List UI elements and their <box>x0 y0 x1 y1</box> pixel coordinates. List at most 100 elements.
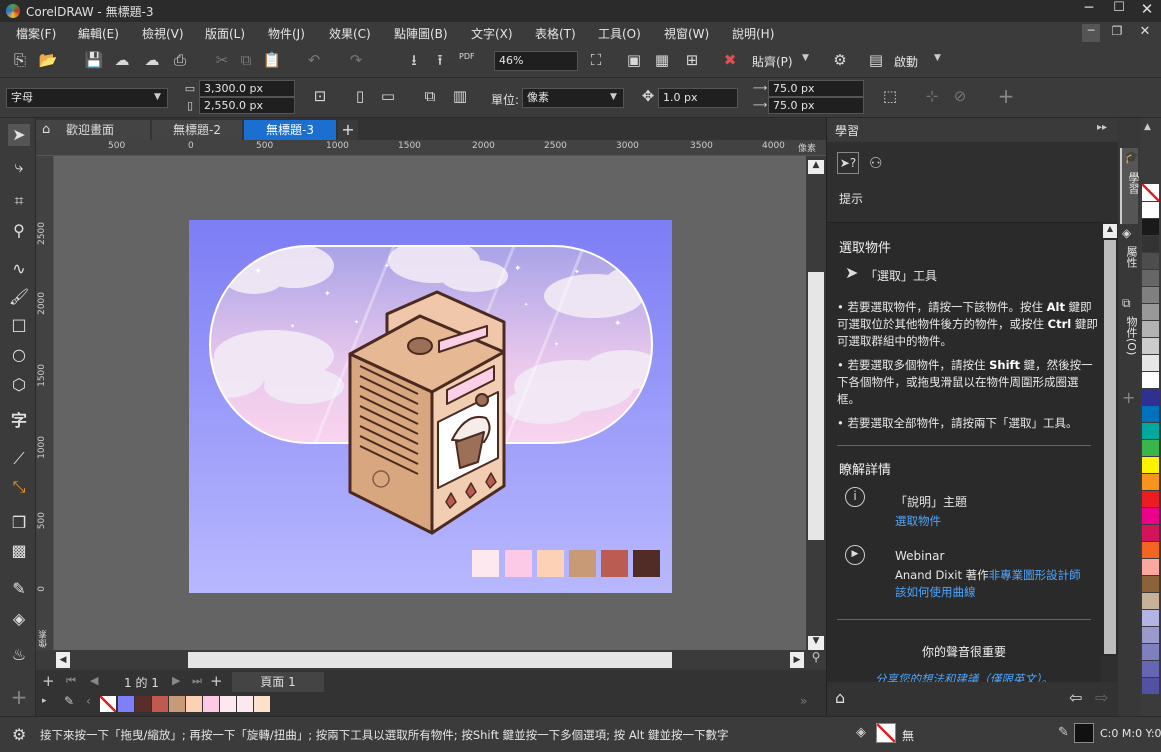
docker-collapse-icon[interactable]: ▸▸ <box>1097 122 1107 133</box>
outline-swatch[interactable] <box>1074 723 1094 743</box>
tab-welcome[interactable]: ⌂ 歡迎畫面 <box>36 120 150 140</box>
new-document-icon[interactable]: ⎘ <box>10 51 30 71</box>
scroll-right-arrow[interactable]: ▶ <box>790 652 804 668</box>
palette-swatch[interactable] <box>1142 491 1159 507</box>
nudge-distance-field[interactable]: 1.0 px <box>658 88 738 108</box>
parallel-dimension-tool-icon[interactable]: ⟋ <box>8 448 30 470</box>
portrait-icon[interactable]: ▯ <box>350 87 370 107</box>
page-width-field[interactable]: 3,300.0 px <box>199 80 295 97</box>
snap-off-icon[interactable]: ✖ <box>720 51 740 71</box>
palette-swatch[interactable] <box>1142 627 1159 643</box>
paste-icon[interactable]: 📋 <box>262 51 282 71</box>
palette-swatch[interactable] <box>1142 287 1159 303</box>
scroll-up-arrow[interactable]: ▲ <box>1103 224 1117 238</box>
palette-scroll-right-icon[interactable]: » <box>800 694 807 708</box>
tab-untitled-3[interactable]: 無標題-3 <box>244 120 336 140</box>
rectangle-tool-icon[interactable]: □ <box>8 314 30 336</box>
page-height-field[interactable]: 2,550.0 px <box>199 97 295 114</box>
palette-swatch[interactable] <box>1142 457 1159 473</box>
palette-swatch[interactable] <box>135 696 151 712</box>
outline-pen-icon[interactable]: ✎ <box>1058 725 1069 740</box>
palette-menu-icon[interactable]: ▸ <box>42 696 47 706</box>
palette-swatch[interactable] <box>220 696 236 712</box>
forward-arrow-icon[interactable]: ⇨ <box>1095 688 1108 707</box>
scroll-up-arrow[interactable]: ▲ <box>808 160 824 174</box>
horizontal-scrollbar[interactable]: ◀ ▶ <box>54 650 806 670</box>
save-icon[interactable]: 💾 <box>84 51 104 71</box>
palette-swatch[interactable] <box>152 696 168 712</box>
add-icon[interactable]: + <box>996 86 1016 107</box>
artwork-page[interactable]: ✦✦ ✦✦ ✦✦ ✦✦ ✦✦ <box>54 156 806 650</box>
palette-swatch[interactable] <box>1142 406 1159 422</box>
treat-as-filled-icon[interactable]: ⬚ <box>880 87 900 107</box>
duplicate-distance-x-field[interactable]: 75.0 px <box>768 80 864 97</box>
horizontal-ruler[interactable]: 500 0 500 1000 1500 2000 2500 3000 3500 … <box>36 140 826 156</box>
menu-effects[interactable]: 效果(C) <box>329 25 371 42</box>
home-icon[interactable]: ⌂ <box>835 688 845 707</box>
print-icon[interactable]: ⎙ <box>170 51 190 71</box>
open-folder-icon[interactable]: 📂 <box>38 51 58 71</box>
docker-scroll-thumb[interactable] <box>1104 240 1116 654</box>
eyedropper-icon[interactable]: ✎ <box>64 694 74 708</box>
artistic-media-tool-icon[interactable]: 🖌 <box>8 286 30 308</box>
snap-to-dropdown[interactable]: 貼齊(P) <box>752 53 793 70</box>
palette-swatch[interactable] <box>1142 355 1159 371</box>
add-tool-icon[interactable]: + <box>8 686 30 708</box>
export-icon[interactable]: ⭱ <box>430 51 450 71</box>
smart-fill-tool-icon[interactable]: ♨ <box>8 644 30 666</box>
launch-dropdown[interactable]: 啟動 <box>894 53 918 70</box>
palette-swatch[interactable] <box>1142 610 1159 626</box>
menu-view[interactable]: 檢視(V) <box>142 25 184 42</box>
full-screen-preview-icon[interactable]: ▣ <box>624 51 644 71</box>
menu-bitmaps[interactable]: 點陣圖(B) <box>394 25 448 42</box>
close-button[interactable]: ✕ <box>1133 0 1161 22</box>
all-pages-icon[interactable]: ⧉ <box>420 87 440 107</box>
menu-window[interactable]: 視窗(W) <box>664 25 709 42</box>
palette-swatch[interactable] <box>203 696 219 712</box>
tab-untitled-2[interactable]: 無標題-2 <box>152 120 242 140</box>
palette-swatch[interactable] <box>1142 338 1159 354</box>
palette-up-arrow[interactable]: ▲ <box>1144 122 1151 132</box>
maximize-button[interactable]: ☐ <box>1105 0 1133 22</box>
duplicate-distance-y-field[interactable]: 75.0 px <box>768 97 864 114</box>
palette-swatch[interactable] <box>1142 202 1159 218</box>
palette-swatch[interactable] <box>1142 253 1159 269</box>
user-hints-icon[interactable]: ⚇ <box>869 154 882 172</box>
page-tab-1[interactable]: 頁面 1 <box>232 672 324 692</box>
menu-layout[interactable]: 版面(L) <box>205 25 245 42</box>
palette-swatch[interactable] <box>1142 423 1159 439</box>
menu-file[interactable]: 檔案(F) <box>16 25 56 42</box>
transparency-tool-icon[interactable]: ▩ <box>8 540 30 562</box>
palette-swatch[interactable] <box>118 696 134 712</box>
zoom-corner-icon[interactable]: ⚲ <box>806 650 826 670</box>
landscape-icon[interactable]: ▭ <box>378 87 398 107</box>
units-select[interactable]: 像素 <box>522 88 624 108</box>
status-gear-icon[interactable]: ⚙ <box>12 725 26 744</box>
zoom-level-field[interactable]: 46% <box>494 51 578 71</box>
tab-learn[interactable]: 🎓 學習 <box>1120 148 1140 224</box>
tab-objects[interactable]: ⧉ 物件(O) <box>1120 296 1138 376</box>
snap-option-icon[interactable]: ⊹ <box>922 87 942 107</box>
back-arrow-icon[interactable]: ⇦ <box>1069 688 1082 707</box>
drawing-canvas[interactable]: ✦✦ ✦✦ ✦✦ ✦✦ ✦✦ <box>54 156 806 650</box>
cloud-import-icon[interactable]: ☁ <box>112 51 132 71</box>
chevron-down-icon[interactable]: ▼ <box>802 53 809 63</box>
scroll-down-arrow[interactable]: ▼ <box>808 636 824 650</box>
no-color-swatch[interactable] <box>100 696 116 712</box>
last-page-icon[interactable]: ⏭ <box>192 674 202 688</box>
launch-chevron-icon[interactable]: ▼ <box>934 53 941 63</box>
first-page-icon[interactable]: ⏮ <box>66 674 76 688</box>
current-page-icon[interactable]: ▥ <box>450 87 470 107</box>
palette-scroll-left-icon[interactable]: ‹ <box>86 694 91 708</box>
palette-swatch[interactable] <box>186 696 202 712</box>
dynamic-guides-icon[interactable]: ⊘ <box>950 87 970 107</box>
menu-table[interactable]: 表格(T) <box>535 25 576 42</box>
fill-none-swatch[interactable] <box>876 723 896 743</box>
options-gear-icon[interactable]: ⚙ <box>830 51 850 71</box>
add-page-before-icon[interactable]: + <box>42 672 55 690</box>
palette-swatch[interactable] <box>1142 440 1159 456</box>
palette-swatch[interactable] <box>237 696 253 712</box>
ellipse-tool-icon[interactable]: ○ <box>8 344 30 366</box>
text-tool-icon[interactable]: 字 <box>8 410 30 432</box>
docker-scrollbar[interactable]: ▲ <box>1101 222 1119 656</box>
